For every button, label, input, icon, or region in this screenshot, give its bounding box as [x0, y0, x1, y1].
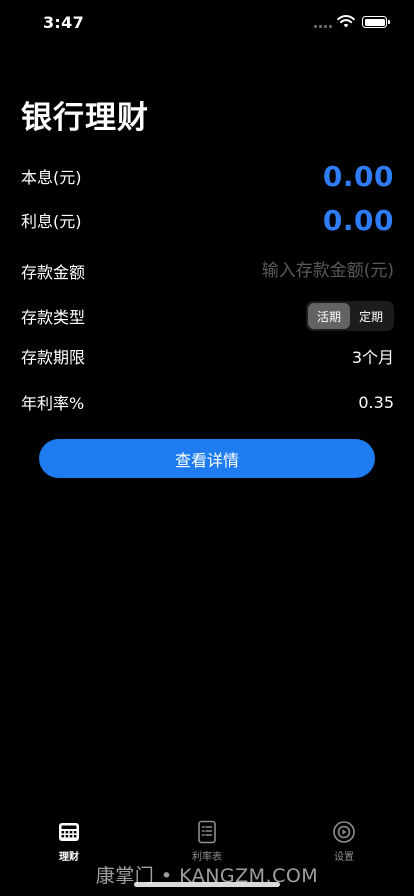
home-indicator [134, 882, 280, 887]
rate-label: 年利率% [21, 394, 85, 413]
amount-input[interactable] [224, 256, 394, 286]
battery-cap [388, 20, 390, 24]
amount-label: 存款金额 [21, 263, 86, 282]
status-bar: 3:47 [0, 0, 414, 46]
cellular-signal-icon [314, 25, 332, 29]
tab-rate-table[interactable]: 利率表 [167, 820, 247, 863]
interest-row: 利息(元) 0.00 [21, 200, 394, 240]
app-screen: 3:47 银行理财 本息(元) 0.00 利息(元) 0.00 存款金额 存款类… [0, 0, 414, 896]
deposit-type-segmented-control: 活期 定期 [306, 301, 394, 331]
principal-label: 本息(元) [21, 168, 82, 187]
term-value[interactable]: 3个月 [352, 344, 394, 368]
battery-icon [362, 16, 387, 28]
term-label: 存款期限 [21, 348, 86, 367]
interest-value: 0.00 [322, 203, 394, 237]
rate-value: 0.35 [358, 392, 394, 412]
deposit-type-row: 存款类型 活期 定期 [21, 296, 394, 336]
segment-fixed[interactable]: 定期 [350, 303, 392, 329]
settings-icon [333, 821, 355, 843]
principal-row: 本息(元) 0.00 [21, 156, 394, 196]
tab-settings[interactable]: 设置 [304, 820, 384, 863]
deposit-type-label: 存款类型 [21, 308, 86, 327]
principal-value: 0.00 [322, 159, 394, 193]
view-details-button[interactable]: 查看详情 [39, 439, 375, 478]
segment-demand[interactable]: 活期 [308, 303, 350, 329]
term-row[interactable]: 存款期限 3个月 [21, 336, 394, 376]
status-time: 3:47 [43, 13, 84, 32]
wifi-icon [337, 15, 355, 28]
calculator-icon [59, 823, 79, 841]
tab-finance[interactable]: 理财 [29, 820, 109, 863]
document-list-icon [198, 820, 216, 844]
interest-label: 利息(元) [21, 212, 82, 231]
page-title: 银行理财 [21, 100, 149, 136]
amount-row: 存款金额 [21, 251, 394, 291]
rate-row: 年利率% 0.35 [21, 382, 394, 422]
